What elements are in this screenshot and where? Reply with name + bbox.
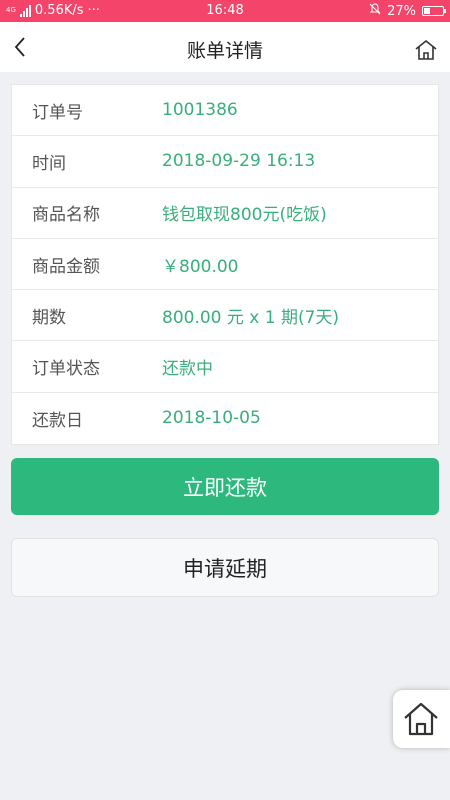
- detail-label: 订单号: [32, 102, 83, 123]
- detail-label: 时间: [32, 153, 66, 174]
- status-right: 27%: [369, 3, 446, 19]
- apply-extension-button[interactable]: 申请延期: [11, 538, 439, 597]
- home-icon: [415, 39, 437, 60]
- repay-now-button[interactable]: 立即还款: [11, 458, 439, 515]
- detail-label: 期数: [32, 307, 66, 328]
- detail-value: ￥800.00: [162, 256, 239, 277]
- detail-row-order-status: 订单状态 还款中: [12, 341, 438, 393]
- battery-icon: [422, 6, 446, 16]
- detail-value: 1001386: [162, 100, 238, 121]
- home-icon: [404, 702, 438, 736]
- status-bar: 4G 0.56K/s ··· 16:48 27%: [0, 0, 450, 22]
- detail-value: 800.00 元 x 1 期(7天): [162, 307, 340, 328]
- detail-row-time: 时间 2018-09-29 16:13: [12, 136, 438, 188]
- detail-row-repay-date: 还款日 2018-10-05: [12, 393, 438, 444]
- battery-percent: 27%: [387, 3, 416, 19]
- detail-value: 钱包取现800元(吃饭): [162, 205, 327, 226]
- bill-detail-card: 订单号 1001386 时间 2018-09-29 16:13 商品名称 钱包取…: [11, 84, 439, 446]
- detail-row-installments: 期数 800.00 元 x 1 期(7天): [12, 290, 438, 342]
- detail-value: 2018-10-05: [162, 408, 261, 429]
- detail-value: 还款中: [162, 359, 213, 380]
- detail-row-order-no: 订单号 1001386: [12, 85, 438, 137]
- detail-label: 商品名称: [32, 205, 100, 226]
- page-title: 账单详情: [186, 40, 263, 62]
- nav-bar: 账单详情: [0, 22, 450, 72]
- home-button[interactable]: [414, 38, 438, 62]
- silent-icon: [369, 3, 381, 19]
- detail-value: 2018-09-29 16:13: [162, 151, 316, 172]
- detail-row-product-amount: 商品金额 ￥800.00: [12, 239, 438, 291]
- detail-label: 订单状态: [32, 359, 100, 380]
- detail-row-product-name: 商品名称 钱包取现800元(吃饭): [12, 188, 438, 239]
- floating-home-button[interactable]: [393, 690, 450, 748]
- detail-label: 商品金额: [32, 256, 100, 277]
- detail-label: 还款日: [32, 410, 83, 431]
